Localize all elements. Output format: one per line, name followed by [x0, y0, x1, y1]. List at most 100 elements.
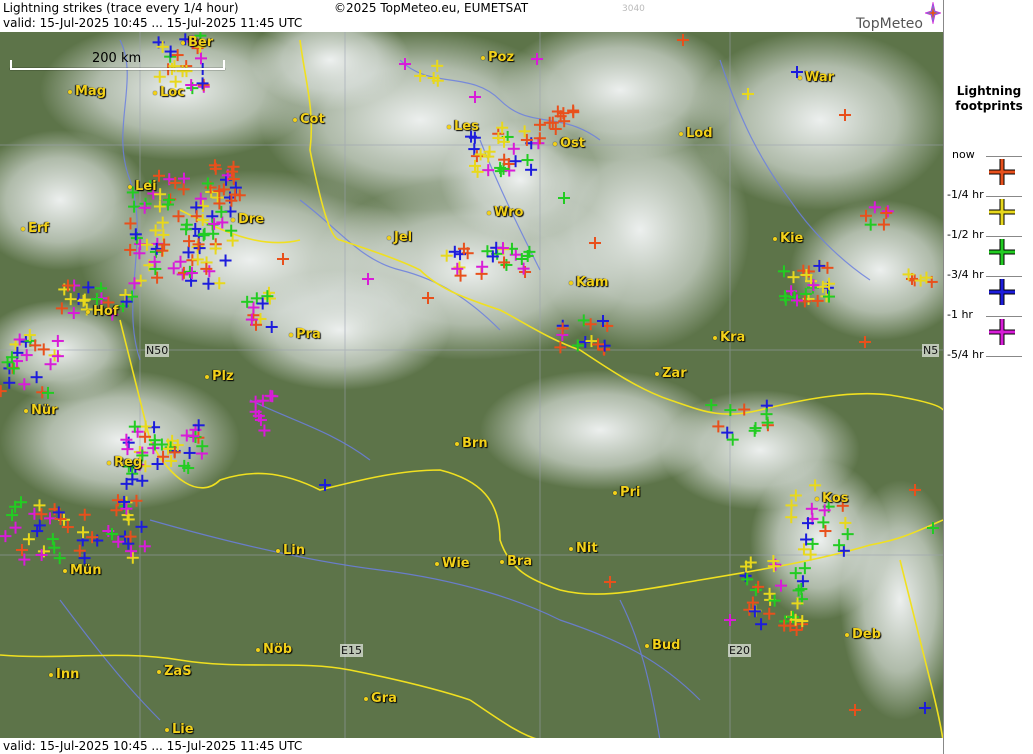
legend-cross-icon: [989, 319, 1015, 345]
city-name: Erf: [28, 221, 49, 236]
city-label: Nöb: [256, 642, 292, 657]
city-dot-icon: [645, 643, 649, 648]
city-label: Kra: [713, 330, 745, 345]
city-label: Pra: [289, 327, 321, 342]
city-label: Plz: [205, 369, 234, 384]
city-name: Nit: [576, 541, 598, 556]
legend-cross-icon: [989, 279, 1015, 305]
city-label: Loc: [153, 85, 185, 100]
city-dot-icon: [24, 408, 28, 413]
city-name: Deb: [852, 627, 881, 642]
legend-label: -3/4 hr: [947, 268, 984, 281]
city-dot-icon: [205, 374, 209, 379]
city-name: Bra: [507, 554, 533, 569]
legend-label: -5/4 hr: [947, 348, 984, 361]
city-label: Erf: [21, 221, 49, 236]
city-label: Ber: [181, 35, 213, 50]
legend-title-line2: footprints: [955, 99, 1023, 113]
city-label: Jel: [387, 230, 412, 245]
header-top: Lightning strikes (trace every 1/4 hour)…: [0, 0, 943, 32]
city-name: Loc: [160, 85, 185, 100]
grid-label-n50-right: N5: [922, 344, 940, 357]
city-name: Mag: [75, 84, 107, 99]
city-name: Mün: [70, 563, 102, 578]
legend-divider: [986, 236, 1022, 237]
city-name: Les: [454, 119, 479, 134]
city-label: Gra: [364, 691, 397, 706]
city-label: Lod: [679, 126, 713, 141]
legend-label: -1/2 hr: [947, 228, 984, 241]
city-label: Deb: [845, 627, 881, 642]
legend-title: Lightning footprints: [944, 84, 1033, 114]
city-dot-icon: [165, 727, 169, 732]
legend-divider: [986, 196, 1022, 197]
city-name: Jel: [394, 230, 413, 245]
city-label: Bra: [500, 554, 532, 569]
city-label: Nür: [24, 403, 58, 418]
city-name: Kam: [576, 275, 609, 290]
city-dot-icon: [21, 226, 25, 231]
city-label: Kos: [815, 491, 849, 506]
city-label: Les: [447, 119, 479, 134]
city-label: Brn: [455, 436, 488, 451]
city-label: Lei: [128, 179, 157, 194]
city-name: Gra: [371, 691, 397, 706]
grid-label-n50: N50: [145, 344, 170, 357]
city-label: War: [798, 70, 834, 85]
city-name: Brn: [462, 436, 488, 451]
city-dot-icon: [86, 309, 90, 314]
legend-panel: Lightning footprints now -1/4 hr -1/2 hr -3…: [943, 0, 1033, 754]
city-dot-icon: [63, 568, 67, 573]
city-dot-icon: [153, 90, 157, 95]
city-label: Pri: [613, 485, 640, 500]
city-dot-icon: [569, 280, 573, 285]
city-name: Wie: [442, 556, 470, 571]
city-name: War: [805, 70, 835, 85]
city-dot-icon: [49, 672, 53, 677]
city-label: Bud: [645, 638, 680, 653]
city-label: Mag: [68, 84, 106, 99]
compass-star-icon: [925, 2, 941, 24]
city-dot-icon: [107, 460, 111, 465]
city-dot-icon: [679, 131, 683, 136]
map-title: Lightning strikes (trace every 1/4 hour): [3, 1, 239, 15]
city-name: Poz: [488, 50, 515, 65]
valid-time-bottom: valid: 15-Jul-2025 10:45 ... 15-Jul-2025…: [3, 739, 303, 753]
city-label: Nit: [569, 541, 598, 556]
city-dot-icon: [364, 696, 368, 701]
valid-time-top: valid: 15-Jul-2025 10:45 ... 15-Jul-2025…: [3, 16, 303, 30]
city-label: Poz: [481, 50, 514, 65]
grid-label-e15: E15: [340, 644, 363, 657]
city-label: Wro: [487, 205, 523, 220]
header-bottom: valid: 15-Jul-2025 10:45 ... 15-Jul-2025…: [0, 738, 943, 754]
city-label: Dre: [231, 212, 264, 227]
city-name: ZaS: [164, 664, 192, 679]
city-name: Plz: [212, 369, 234, 384]
city-dot-icon: [569, 546, 573, 551]
city-dot-icon: [128, 184, 132, 189]
city-label: Kam: [569, 275, 608, 290]
city-label: ZaS: [157, 664, 192, 679]
city-dot-icon: [293, 117, 297, 122]
city-dot-icon: [276, 548, 280, 553]
city-dot-icon: [798, 75, 802, 80]
topmeteo-logo[interactable]: TopMeteo: [856, 16, 923, 32]
copyright-text: ©2025 TopMeteo.eu, EUMETSAT: [334, 1, 529, 15]
city-name: Inn: [56, 667, 80, 682]
city-label: Mün: [63, 563, 101, 578]
legend-divider: [986, 156, 1022, 157]
scale-bar-label: 200 km: [92, 51, 142, 66]
faint-code: 3040: [622, 4, 645, 14]
city-name: Bud: [652, 638, 681, 653]
scale-bar: 200 km: [10, 51, 225, 70]
map-canvas: [0, 0, 943, 754]
city-name: Kos: [822, 491, 849, 506]
city-dot-icon: [500, 559, 504, 564]
city-label: Wie: [435, 556, 470, 571]
city-dot-icon: [447, 124, 451, 129]
satellite-map[interactable]: Lightning strikes (trace every 1/4 hour)…: [0, 0, 943, 754]
city-dot-icon: [231, 217, 235, 222]
city-name: Kie: [780, 231, 804, 246]
city-name: Nöb: [263, 642, 293, 657]
city-label: Reg: [107, 455, 142, 470]
